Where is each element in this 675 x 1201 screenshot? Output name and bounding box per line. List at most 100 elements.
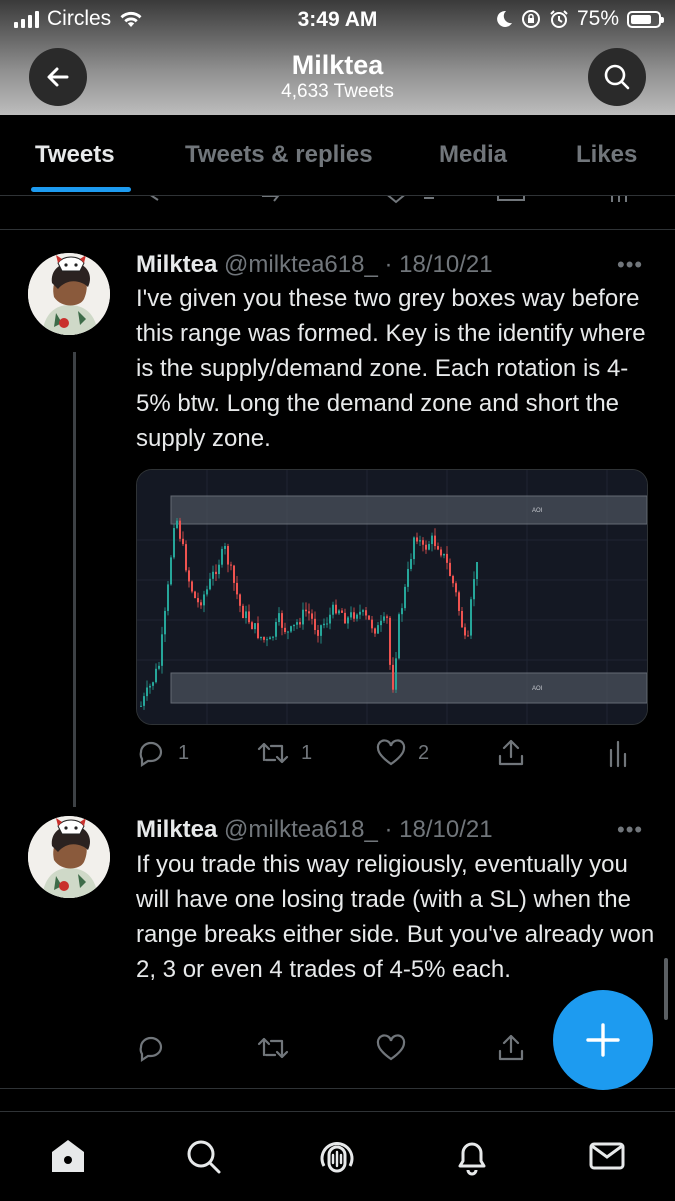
compose-tweet-button[interactable] — [553, 990, 653, 1090]
like-button[interactable] — [376, 1033, 406, 1063]
nav-notifications[interactable] — [450, 1134, 494, 1178]
thread-connector — [73, 352, 76, 807]
candle-body — [362, 610, 364, 612]
candle-body — [167, 584, 169, 611]
share-button[interactable] — [496, 1033, 526, 1063]
candle-body — [401, 608, 403, 615]
retweet-button[interactable] — [257, 1033, 289, 1063]
candle-body — [161, 634, 163, 666]
like-button[interactable]: 2 — [376, 738, 429, 768]
reply-button[interactable] — [136, 1033, 166, 1063]
candle-body — [365, 610, 367, 616]
candle-body — [275, 622, 277, 637]
tweet-text: If you trade this way religiously, event… — [136, 851, 655, 983]
candle-body — [197, 598, 199, 603]
candle-body — [356, 614, 358, 619]
candle-body — [368, 615, 370, 620]
share-icon — [498, 739, 524, 766]
candle-body — [422, 540, 424, 545]
candle-body — [440, 549, 442, 556]
candle-body — [260, 636, 262, 639]
candle-body — [410, 559, 412, 569]
tweet-actions: 1 1 2 — [136, 738, 646, 772]
candle-body — [344, 612, 346, 624]
nav-messages[interactable] — [585, 1134, 629, 1178]
tab-tweets-and-replies[interactable]: Tweets & replies — [185, 141, 373, 169]
tweet-date[interactable]: · 18/10/21 — [385, 816, 493, 843]
candle-body — [398, 614, 400, 659]
spaces-icon — [320, 1142, 354, 1173]
author-handle[interactable]: @milktea618_ — [224, 816, 378, 843]
price-chart-image: AOI AOI — [137, 470, 647, 724]
tweet-date[interactable]: · 18/10/21 — [385, 251, 493, 278]
scrollbar[interactable] — [664, 958, 668, 1020]
candle-body — [449, 562, 451, 576]
author-name[interactable]: Milktea — [136, 251, 217, 278]
candle-body — [353, 612, 355, 619]
candle-body — [158, 665, 160, 669]
candle-body — [290, 626, 292, 632]
demand-zone-label: AOI — [532, 686, 543, 692]
search-icon — [187, 1140, 221, 1174]
candle-body — [347, 617, 349, 624]
analytics-button[interactable] — [608, 738, 632, 768]
tab-tweets[interactable]: Tweets — [35, 141, 115, 169]
nav-spaces[interactable] — [315, 1134, 359, 1178]
avatar[interactable] — [28, 253, 110, 335]
reply-icon — [139, 1036, 163, 1063]
candle-body — [263, 636, 265, 640]
candle-body — [434, 535, 436, 547]
candle-body — [314, 618, 316, 631]
candle-body — [374, 628, 376, 634]
more-options-icon[interactable]: ••• — [617, 817, 643, 843]
candle-body — [386, 616, 388, 618]
candle-body — [377, 625, 379, 634]
retweet-icon — [257, 742, 289, 764]
author-handle[interactable]: @milktea618_ — [224, 251, 378, 278]
avatar[interactable] — [28, 816, 110, 898]
candle-body — [311, 613, 313, 619]
candle-body — [332, 604, 334, 615]
candle-body — [284, 627, 286, 633]
candle-body — [239, 594, 241, 606]
candle-body — [248, 611, 250, 623]
candle-body — [278, 613, 280, 623]
nav-home[interactable] — [46, 1134, 90, 1178]
candle-body — [236, 582, 238, 595]
plus-icon — [586, 1023, 620, 1057]
candle-body — [413, 537, 415, 560]
author-name[interactable]: Milktea — [136, 816, 217, 843]
candle-body — [173, 528, 175, 558]
candle-body — [233, 565, 235, 583]
candle-body — [155, 668, 157, 683]
reply-icon — [139, 741, 163, 768]
candle-body — [185, 544, 187, 571]
candle-body — [464, 627, 466, 636]
candle-body — [224, 546, 226, 549]
messages-icon — [589, 1142, 625, 1170]
nav-search[interactable] — [181, 1134, 225, 1178]
search-button[interactable] — [588, 48, 646, 106]
retweet-button[interactable]: 1 — [257, 738, 312, 768]
header-title: Milktea 4,633 Tweets — [0, 50, 675, 104]
tweet-media-chart[interactable]: AOI AOI — [136, 469, 648, 725]
candle-body — [188, 570, 190, 582]
more-options-icon[interactable]: ••• — [617, 252, 643, 278]
candle-body — [191, 581, 193, 592]
tab-likes[interactable]: Likes — [576, 141, 637, 169]
candle-body — [338, 610, 340, 614]
share-button[interactable] — [496, 738, 526, 768]
orientation-lock-icon — [521, 10, 540, 28]
candle-body — [194, 591, 196, 599]
tweet-divider — [0, 229, 675, 230]
candle-body — [152, 682, 154, 686]
candle-body — [308, 611, 310, 614]
candle-body — [182, 538, 184, 545]
candle-body — [296, 622, 298, 625]
reply-button[interactable]: 1 — [136, 738, 189, 768]
candle-body — [428, 544, 430, 550]
battery-icon — [627, 10, 664, 28]
share-icon — [498, 1034, 524, 1061]
tab-media[interactable]: Media — [439, 141, 507, 169]
bottom-navigation — [0, 1111, 675, 1201]
